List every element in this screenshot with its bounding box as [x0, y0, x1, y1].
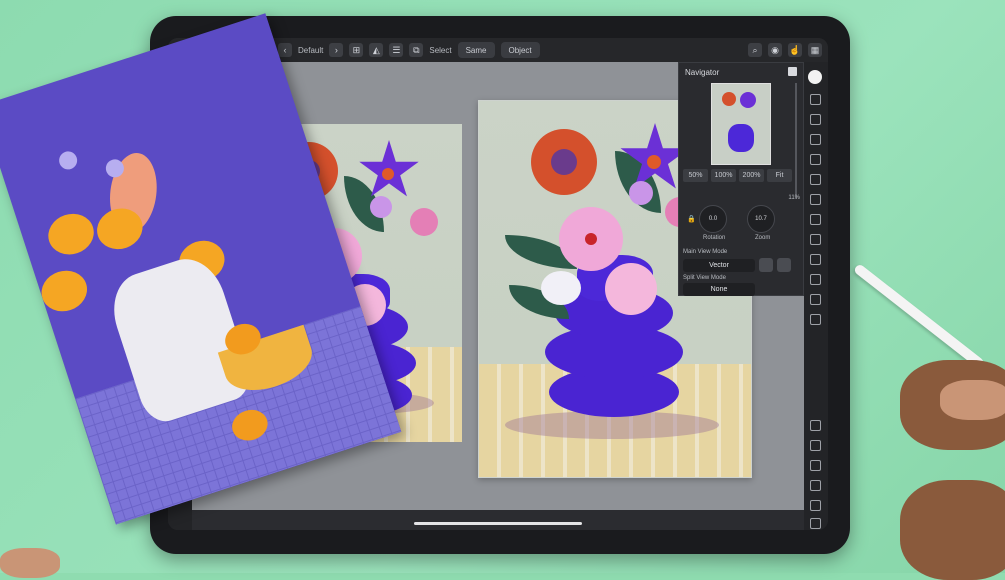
flower-center [647, 155, 661, 169]
select-label: Select [429, 45, 452, 55]
navigator-title: Navigator [685, 68, 720, 77]
thumbnail-flower [740, 92, 756, 108]
zoom-200-button[interactable]: 200% [739, 169, 764, 182]
pink-flower [605, 263, 657, 315]
finger [940, 380, 1005, 420]
fill-icon[interactable] [810, 134, 821, 145]
transparency-icon[interactable] [810, 234, 821, 245]
gradient-icon[interactable] [810, 214, 821, 225]
main-view-mode-select[interactable]: Vector [683, 259, 755, 272]
navigator-options-icon[interactable] [788, 67, 797, 76]
chevron-up-icon[interactable] [810, 480, 821, 491]
grid-icon[interactable] [810, 420, 821, 431]
view-mode-toggle[interactable] [777, 258, 791, 272]
preset-label[interactable]: Default [298, 46, 323, 55]
zoom-50-button[interactable]: 50% [683, 169, 708, 182]
hand-tool-icon[interactable]: ☝ [788, 43, 802, 57]
bud [629, 181, 653, 205]
rotation-label: Rotation [703, 235, 726, 241]
zoom-100-button[interactable]: 100% [711, 169, 736, 182]
flower-center [585, 233, 597, 245]
flip-icon[interactable]: ◭ [369, 43, 384, 57]
snapping-icon[interactable] [810, 440, 821, 451]
flower-center [551, 149, 577, 175]
color-swatch[interactable] [808, 70, 822, 84]
lock-icon[interactable]: 🔒 [687, 215, 696, 223]
crop-icon[interactable] [810, 254, 821, 265]
right-hand-lower [900, 480, 1005, 580]
postcard-flower [42, 208, 100, 261]
rotation-dial[interactable]: 0.0 [699, 205, 727, 233]
left-thumb [0, 548, 60, 578]
bud [410, 208, 438, 236]
pen-icon[interactable] [810, 94, 821, 105]
right-studio-strip [804, 62, 828, 530]
view-mode-toggle[interactable] [759, 258, 773, 272]
rotation-value: 0.0 [708, 216, 718, 222]
zoom-label: Zoom [755, 235, 771, 241]
select-same-button[interactable]: Same [457, 42, 495, 58]
zoom-dial[interactable]: 10.7 [747, 205, 775, 233]
home-indicator[interactable] [414, 522, 582, 525]
chevron-left-icon[interactable]: ‹ [278, 43, 292, 57]
split-view-mode-value: None [710, 286, 728, 293]
text-icon[interactable] [810, 154, 821, 165]
transform-icon[interactable]: ⊞ [349, 43, 364, 57]
bud [370, 196, 392, 218]
thumbnail-flower [722, 92, 736, 106]
chevron-right-icon[interactable]: › [329, 43, 344, 57]
shape-icon[interactable] [810, 194, 821, 205]
split-view-mode-label: Split View Mode [683, 275, 726, 281]
postcard-ball [56, 149, 80, 172]
main-view-mode-value: Vector [709, 262, 729, 269]
white-blossoms [541, 271, 581, 305]
thumbnail-vase [728, 124, 754, 152]
boolean-icon[interactable]: ⧉ [409, 43, 424, 57]
zoom-slider[interactable] [795, 83, 797, 199]
table-icon[interactable] [810, 294, 821, 305]
layers-icon[interactable] [810, 114, 821, 125]
zoom-slider-value: 11% [788, 195, 800, 201]
history-icon[interactable] [810, 460, 821, 471]
select-object-button[interactable]: Object [500, 42, 540, 58]
main-view-mode-label: Main View Mode [683, 249, 728, 255]
symbol-icon[interactable] [810, 314, 821, 325]
studio-icon[interactable]: ▦ [808, 43, 822, 57]
align-icon[interactable]: ☰ [389, 43, 404, 57]
flower-center [382, 168, 394, 180]
navigator-thumbnail[interactable] [711, 83, 771, 165]
zoom-fit-button[interactable]: Fit [767, 169, 792, 182]
settings-icon[interactable] [810, 518, 821, 529]
brush-icon[interactable] [810, 174, 821, 185]
split-view-mode-select[interactable]: None [683, 283, 755, 296]
image-icon[interactable] [810, 274, 821, 285]
eye-icon[interactable]: ◉ [768, 43, 782, 57]
zoom-value: 10.7 [755, 216, 767, 222]
zoom-preset-row: 50% 100% 200% Fit [683, 169, 792, 182]
search-icon[interactable]: ⌕ [748, 43, 762, 57]
chevron-down-icon[interactable] [810, 500, 821, 511]
navigator-panel: Navigator 11% 50% 100% 200% Fit 🔒 0.0 Ro… [678, 62, 804, 296]
